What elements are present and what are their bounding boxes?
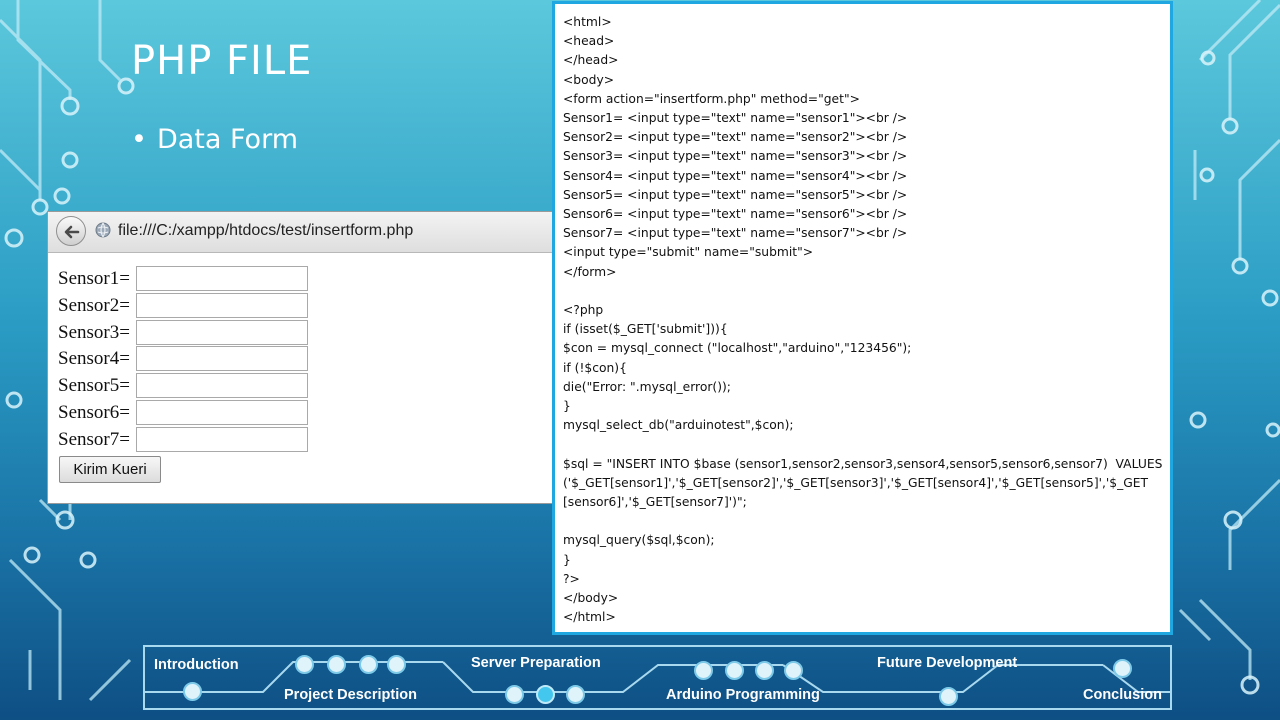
nav-project-description[interactable]: Project Description (284, 687, 417, 703)
code-line: <body> (563, 72, 615, 87)
nav-dot-project-4[interactable] (387, 655, 406, 674)
code-line: $con = mysql_connect ("localhost","ardui… (563, 341, 912, 356)
code-line: Sensor5= <input type="text" name="sensor… (563, 187, 908, 202)
code-line: <html> (563, 15, 612, 29)
code-line: <?php (563, 303, 604, 318)
code-line: </form> (563, 264, 617, 279)
nav-conclusion[interactable]: Conclusion (1083, 687, 1162, 703)
nav-arduino-programming[interactable]: Arduino Programming (666, 687, 820, 703)
sensor1-label: Sensor1= (58, 268, 130, 289)
sensor6-input[interactable] (136, 399, 308, 425)
code-line: die("Error: ".mysql_error()); (563, 379, 731, 394)
sensor6-label: Sensor6= (58, 401, 130, 423)
code-line: $sql = "INSERT INTO $base (sensor1,senso… (563, 456, 1163, 471)
sensor5-label: Sensor5= (58, 375, 130, 397)
sensor3-label: Sensor3= (58, 321, 130, 343)
section-navbar: Introduction Project Description Server … (143, 645, 1172, 710)
nav-dot-server-3[interactable] (566, 685, 585, 704)
code-line: <input type="submit" name="submit"> (563, 245, 814, 260)
code-line: Sensor7= <input type="text" name="sensor… (563, 226, 908, 241)
nav-dot-project-3[interactable] (359, 655, 378, 674)
nav-server-preparation[interactable]: Server Preparation (471, 655, 601, 671)
arrow-left-icon (64, 225, 80, 239)
nav-future-development[interactable]: Future Development (877, 655, 1017, 671)
sensor1-input[interactable] (136, 266, 308, 291)
code-line: Sensor3= <input type="text" name="sensor… (563, 149, 908, 164)
bullet-text: Data Form (156, 124, 299, 155)
sensor2-label: Sensor2= (58, 294, 130, 316)
code-line: mysql_select_db("arduinotest",$con); (563, 418, 794, 433)
code-line: <form action="insertform.php" method="ge… (563, 91, 860, 106)
nav-dot-server-2-active[interactable] (536, 685, 555, 704)
code-line: } (563, 552, 571, 567)
sensor4-label: Sensor4= (58, 348, 130, 370)
nav-dot-arduino-1[interactable] (694, 661, 713, 680)
nav-dot-project-2[interactable] (327, 655, 346, 674)
code-line: Sensor2= <input type="text" name="sensor… (563, 130, 908, 145)
code-line: if (!$con){ (563, 360, 627, 375)
sensor5-input[interactable] (136, 373, 308, 399)
nav-dot-server-1[interactable] (505, 685, 524, 704)
slide-bullet: • Data Form (131, 124, 298, 155)
sensor7-input[interactable] (136, 426, 308, 452)
code-line: if (isset($_GET['submit'])){ (563, 322, 728, 337)
code-panel: <html> <head> </head> <body> <form action="i… (552, 1, 1173, 635)
code-line: Sensor1= <input type="text" name="sensor… (563, 111, 908, 126)
code-listing: <html> <head> </head> <body> <form action="i… (563, 13, 1167, 628)
code-line: Sensor6= <input type="text" name="sensor… (563, 207, 908, 222)
address-bar: file:///C:/xampp/htdocs/test/insertform.… (48, 212, 552, 253)
nav-dot-arduino-2[interactable] (725, 661, 744, 680)
back-button[interactable] (56, 216, 86, 246)
submit-button[interactable]: Kirim Kueri (59, 456, 161, 483)
nav-dot-future[interactable] (939, 687, 958, 706)
nav-dot-arduino-3[interactable] (755, 661, 774, 680)
globe-icon (95, 222, 111, 238)
sensor7-label: Sensor7= (58, 428, 130, 450)
sensor4-input[interactable] (136, 346, 308, 372)
code-line: ('$_GET[sensor1]','$_GET[sensor2]','$_GE… (563, 475, 1149, 490)
bullet-dot: • (131, 124, 147, 155)
code-line: </head> (563, 53, 619, 68)
sensor3-input[interactable] (136, 319, 308, 345)
code-line: <head> (563, 34, 615, 49)
code-line: mysql_query($sql,$con); (563, 533, 715, 548)
browser-screenshot: file:///C:/xampp/htdocs/test/insertform.… (47, 211, 553, 504)
url-text[interactable]: file:///C:/xampp/htdocs/test/insertform.… (118, 222, 413, 240)
sensor2-input[interactable] (136, 292, 308, 318)
nav-dot-conclusion[interactable] (1113, 659, 1132, 678)
slide-title: PHP FILE (131, 38, 313, 84)
code-line: </html> (563, 610, 616, 625)
nav-dot-project-1[interactable] (295, 655, 314, 674)
nav-introduction[interactable]: Introduction (154, 657, 239, 673)
nav-dot-arduino-4[interactable] (784, 661, 803, 680)
code-line: Sensor4= <input type="text" name="sensor… (563, 168, 908, 183)
code-line: [sensor6]','$_GET[sensor7]')"; (563, 495, 747, 510)
code-line: ?> (563, 571, 580, 586)
code-line: </body> (563, 591, 619, 606)
code-line: } (563, 399, 571, 414)
nav-dot-introduction[interactable] (183, 682, 202, 701)
